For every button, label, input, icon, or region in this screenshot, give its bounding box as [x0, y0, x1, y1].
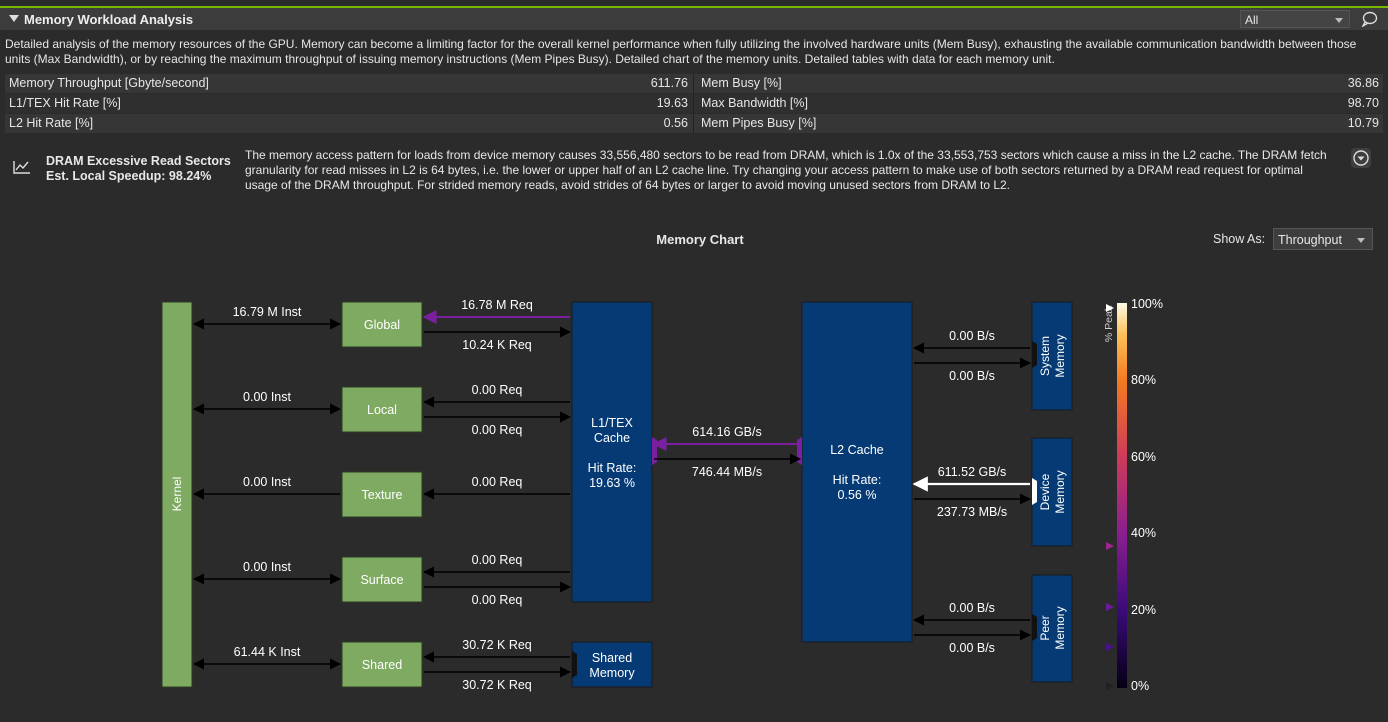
shared-memory-line2: Memory — [589, 666, 635, 680]
peer-memory-line1: Peer — [1038, 615, 1052, 640]
l2-cache[interactable] — [801, 301, 913, 643]
surface-req-bottom: 0.00 Req — [472, 593, 523, 607]
legend-tick-60: 60% — [1131, 450, 1156, 464]
local-label: Local — [367, 403, 397, 417]
l1-l2-write: 746.44 MB/s — [692, 465, 762, 479]
local-inst: 0.00 Inst — [243, 390, 291, 404]
l1-name-line2: Cache — [594, 431, 630, 445]
legend-marker — [1106, 542, 1114, 550]
global-req-top: 16.78 M Req — [461, 298, 533, 312]
global-inst: 16.79 M Inst — [233, 305, 302, 319]
shared-label: Shared — [362, 658, 402, 672]
shared-req-top: 30.72 K Req — [462, 638, 532, 652]
global-label: Global — [364, 318, 400, 332]
memory-chart: Kernel Global Local Texture Surface Shar… — [161, 297, 1163, 693]
local-req-bottom: 0.00 Req — [472, 423, 523, 437]
device-read: 611.52 GB/s — [938, 465, 1007, 479]
global-req-bottom: 10.24 K Req — [462, 338, 532, 352]
surface-inst: 0.00 Inst — [243, 560, 291, 574]
texture-inst: 0.00 Inst — [243, 475, 291, 489]
device-memory-line1: Device — [1038, 473, 1052, 510]
kernel-label: Kernel — [170, 477, 184, 512]
legend-tick-100: 100% — [1131, 297, 1163, 311]
legend-marker — [1106, 643, 1114, 651]
legend-marker — [1106, 603, 1114, 611]
shared-memory-line1: Shared — [592, 651, 632, 665]
peer-write: 0.00 B/s — [949, 641, 995, 655]
system-read: 0.00 B/s — [949, 329, 995, 343]
l1-hit-label: Hit Rate: — [588, 461, 637, 475]
texture-req: 0.00 Req — [472, 475, 523, 489]
l2-name: L2 Cache — [830, 443, 884, 457]
system-memory-line2: Memory — [1053, 334, 1067, 377]
legend-title: % Peak — [1103, 305, 1115, 342]
l1-port-icon — [652, 437, 657, 465]
device-write: 237.73 MB/s — [937, 505, 1007, 519]
l1-l2-read: 614.16 GB/s — [692, 425, 762, 439]
system-memory-line1: System — [1038, 336, 1052, 376]
peer-read: 0.00 B/s — [949, 601, 995, 615]
l1-name-line1: L1/TEX — [591, 416, 633, 430]
l2-port-icon — [797, 437, 802, 465]
legend-marker — [1106, 682, 1114, 690]
shared-port-icon — [572, 651, 577, 678]
surface-req-top: 0.00 Req — [472, 553, 523, 567]
system-port-icon — [1032, 341, 1037, 368]
l1-tex-cache[interactable] — [571, 301, 653, 603]
local-req-top: 0.00 Req — [472, 383, 523, 397]
peak-color-scale — [1117, 303, 1127, 688]
system-write: 0.00 B/s — [949, 369, 995, 383]
device-memory-line2: Memory — [1053, 470, 1067, 513]
surface-label: Surface — [360, 573, 403, 587]
shared-req-bottom: 30.72 K Req — [462, 678, 532, 692]
legend-tick-40: 40% — [1131, 526, 1156, 540]
legend-tick-0: 0% — [1131, 679, 1149, 693]
l2-hit-value: 0.56 % — [838, 488, 877, 502]
legend-tick-20: 20% — [1131, 603, 1156, 617]
l2-hit-label: Hit Rate: — [833, 473, 882, 487]
shared-inst: 61.44 K Inst — [234, 645, 301, 659]
texture-label: Texture — [362, 488, 403, 502]
legend-tick-80: 80% — [1131, 373, 1156, 387]
l1-hit-value: 19.63 % — [589, 476, 635, 490]
device-port-icon — [1032, 478, 1037, 505]
peer-memory-line2: Memory — [1053, 606, 1067, 649]
peer-port-icon — [1032, 614, 1037, 641]
